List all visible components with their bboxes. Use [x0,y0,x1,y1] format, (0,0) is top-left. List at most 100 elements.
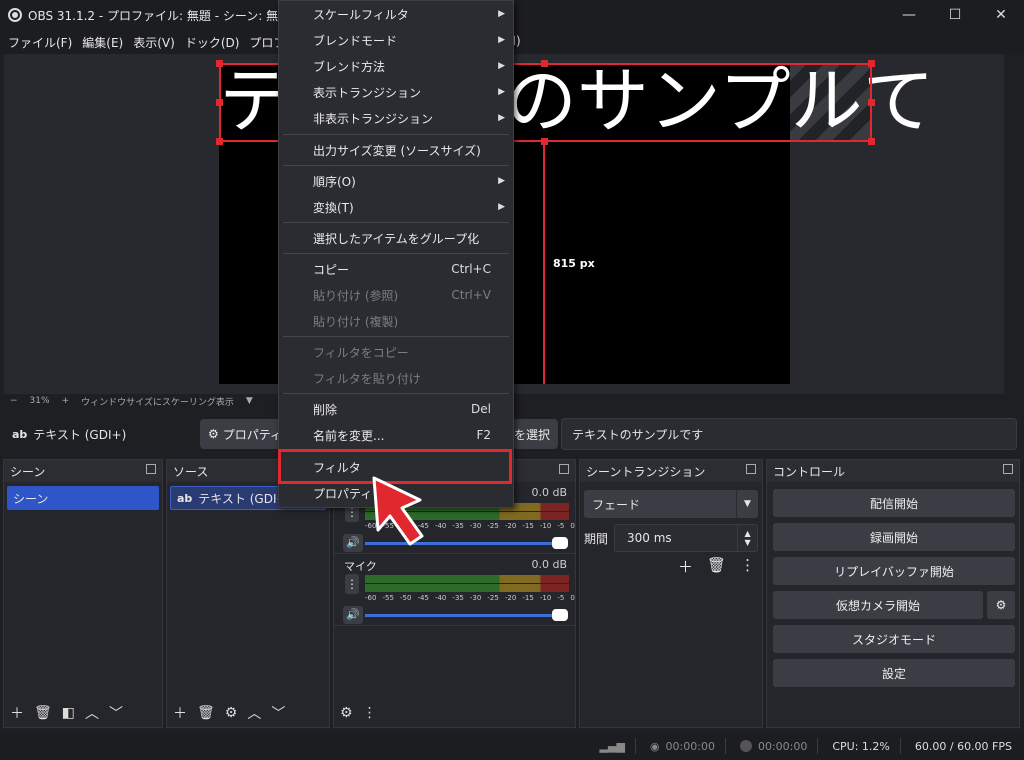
resize-handle-ml[interactable] [216,99,223,106]
chevron-right-icon: ▶ [498,35,505,45]
menu-item-copy[interactable]: コピー Ctrl+C [279,256,513,282]
undock-icon[interactable] [559,464,569,474]
menu-item-resize-output[interactable]: 出力サイズ変更 (ソースサイズ) [279,137,513,163]
resize-handle-mr[interactable] [868,99,875,106]
chevron-down-icon[interactable]: ﹀ [109,703,123,723]
volume-meter [365,584,569,592]
menu-item-group-selected[interactable]: 選択したアイテムをグループ化 [279,225,513,251]
volume-db: 0.0 dB [531,486,567,499]
menu-item-paste-duplicate[interactable]: 貼り付け (複製) [279,308,513,334]
trash-icon[interactable]: 🗑 [34,705,52,721]
scenes-dock-title: シーン [4,460,162,482]
volume-slider[interactable] [365,614,565,617]
zoom-out-button[interactable]: − [10,396,18,406]
kebab-menu-icon[interactable]: ⋮ [740,556,755,577]
resize-handle-bl[interactable] [216,138,223,145]
undock-icon[interactable] [1003,464,1013,474]
trash-icon[interactable]: 🗑 [707,556,726,577]
menu-item-order[interactable]: 順序(O) ▶ [279,168,513,194]
text-source-icon: ab [12,427,28,441]
add-icon[interactable]: ＋ [173,703,187,723]
chevron-right-icon: ▶ [498,9,505,19]
filter-icon[interactable]: ◧ [62,705,75,721]
obs-logo-icon [8,8,22,22]
menu-item-delete[interactable]: 削除 Del [279,396,513,422]
kebab-menu-icon[interactable]: ⋮ [363,705,377,721]
menu-file[interactable]: ファイル(F) [4,34,76,51]
scene-item[interactable]: シーン [7,486,159,510]
scale-mode-label: ウィンドウサイズにスケーリング表示 [81,397,234,408]
chevron-up-icon[interactable]: ︿ [85,703,99,723]
menu-edit[interactable]: 編集(E) [78,34,127,51]
menu-item-scale-filter[interactable]: スケールフィルタ ▶ [279,1,513,27]
gear-icon: ⚙ [995,598,1007,612]
duration-stepper[interactable]: 300 ms ▲ ▼ [614,524,759,552]
menu-item-paste-filters[interactable]: フィルタを貼り付け [279,365,513,391]
stream-time: 00:00:00 [665,739,715,753]
gear-icon[interactable]: ⚙ [340,705,353,721]
mixer-channel-mic: マイク 0.0 dB ⋮ -60 -55 -50 -45 -40 -35 -30 -25 -20… [334,554,575,626]
gear-icon: ⚙ [208,427,219,441]
speaker-icon[interactable]: 🔊 [343,606,363,624]
chevron-right-icon: ▶ [498,87,505,97]
resize-handle-tm[interactable] [541,60,548,67]
window-title: OBS 31.1.2 - プロファイル: 無題 - シーン: 無題 [28,8,291,23]
volume-slider-handle[interactable] [552,609,568,621]
chevron-right-icon: ▶ [498,176,505,186]
menu-item-hide-transition[interactable]: 非表示トランジション ▶ [279,105,513,131]
resize-handle-br[interactable] [868,138,875,145]
controls-dock-title: コントロール [767,460,1019,482]
zoom-level: 31% [29,396,50,406]
undock-icon[interactable] [146,464,156,474]
zoom-in-button[interactable]: + [62,396,70,406]
close-button[interactable]: ✕ [978,0,1024,30]
start-recording-button[interactable]: 録画開始 [773,523,1015,551]
menu-item-blend-mode[interactable]: ブレンドモード ▶ [279,27,513,53]
resize-handle-tl[interactable] [216,60,223,67]
transitions-dock-title: シーントランジション [580,460,762,482]
start-replay-buffer-button[interactable]: リプレイバッファ開始 [773,557,1015,585]
volume-db: 0.0 dB [531,558,567,571]
context-menu: スケールフィルタ ▶ ブレンドモード ▶ ブレンド方法 ▶ 表示トランジション ▶ 非表… [278,0,514,508]
scale-mode-dropdown[interactable]: ▼ [246,396,253,406]
transition-select[interactable]: フェード ▼ [584,490,758,518]
fps-readout: 60.00 / 60.00 FPS [914,739,1012,753]
menu-item-transform[interactable]: 変換(T) ▶ [279,194,513,220]
chevron-down-icon[interactable]: ﹀ [271,703,285,723]
chevron-right-icon: ▶ [498,202,505,212]
menu-item-rename[interactable]: 名前を変更... F2 [279,422,513,448]
source-text-field[interactable]: テキストのサンプルです [561,418,1017,450]
undock-icon[interactable] [746,464,756,474]
start-streaming-button[interactable]: 配信開始 [773,489,1015,517]
kebab-menu-icon[interactable]: ⋮ [345,574,359,594]
chevron-up-icon[interactable]: ︿ [247,703,261,723]
trash-icon[interactable]: 🗑 [197,705,215,721]
menu-item-show-transition[interactable]: 表示トランジション ▶ [279,79,513,105]
maximize-button[interactable]: ☐ [932,0,978,30]
scenes-toolbar: ＋ 🗑 ◧ ︿ ﹀ [4,699,162,727]
duration-label: 期間 [584,531,609,546]
record-time: 00:00:00 [757,739,808,753]
virtual-camera-settings-button[interactable]: ⚙ [987,591,1015,619]
minimize-button[interactable]: — [886,0,932,30]
signal-bars-icon: ▂▄▆ [599,739,625,753]
menu-dock[interactable]: ドック(D) [181,34,244,51]
menu-item-blend-method[interactable]: ブレンド方法 ▶ [279,53,513,79]
resize-handle-tr[interactable] [868,60,875,67]
menu-item-copy-filters[interactable]: フィルタをコピー [279,339,513,365]
scenes-dock: シーン シーン ＋ 🗑 ◧ ︿ ﹀ [3,459,163,728]
gear-icon[interactable]: ⚙ [225,705,238,721]
start-virtual-camera-button[interactable]: 仮想カメラ開始 [773,591,983,619]
add-icon[interactable]: ＋ [678,556,693,577]
stepper-arrows[interactable]: ▲ ▼ [737,525,757,551]
add-icon[interactable]: ＋ [10,703,24,723]
chevron-down-icon: ▼ [736,490,758,518]
properties-button[interactable]: ⚙ プロパティ [200,419,291,449]
settings-button[interactable]: 設定 [773,659,1015,687]
volume-slider-handle[interactable] [552,537,568,549]
controls-dock: コントロール 配信開始 録画開始 リプレイバッファ開始 仮想カメラ開始 ⚙ スタ… [766,459,1020,728]
menu-item-paste-reference[interactable]: 貼り付け (参照) Ctrl+V [279,282,513,308]
text-source-icon: ab [177,491,193,505]
menu-view[interactable]: 表示(V) [129,34,179,51]
studio-mode-button[interactable]: スタジオモード [773,625,1015,653]
